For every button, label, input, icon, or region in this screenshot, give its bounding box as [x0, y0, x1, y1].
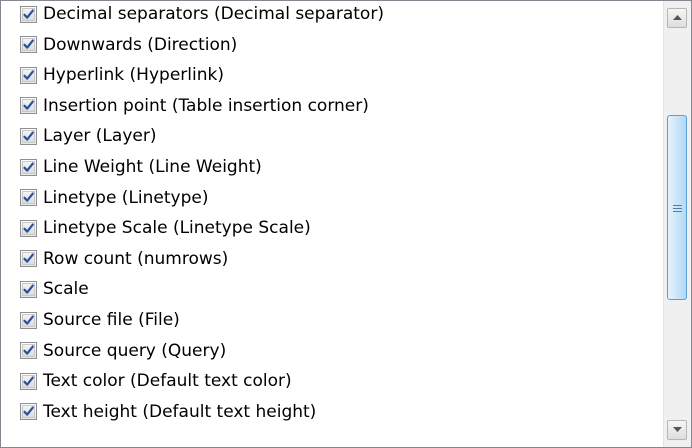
list-item[interactable]: Row count (numrows) [1, 244, 228, 274]
check-icon [23, 192, 34, 202]
scroll-up-button[interactable] [667, 8, 687, 28]
property-checklist: Decimal separators (Decimal separator) Do… [0, 0, 692, 448]
check-icon [23, 131, 34, 141]
checkbox[interactable] [20, 403, 37, 421]
list-item-label: Source file (File) [43, 310, 180, 330]
checkbox[interactable] [20, 372, 37, 390]
checkbox[interactable] [20, 127, 37, 145]
check-icon [23, 70, 34, 80]
list-item[interactable]: Line Weight (Line Weight) [1, 152, 262, 182]
checkbox[interactable] [20, 219, 37, 237]
list-item[interactable]: Linetype (Linetype) [1, 183, 208, 213]
checklist-rows: Decimal separators (Decimal separator) Do… [1, 1, 664, 447]
checkbox[interactable] [20, 5, 37, 23]
check-icon [23, 162, 34, 172]
vertical-scrollbar[interactable] [663, 1, 691, 447]
checkbox[interactable] [20, 36, 37, 54]
list-item[interactable]: Layer (Layer) [1, 121, 156, 151]
list-item-label: Source query (Query) [43, 340, 227, 361]
scroll-down-button[interactable] [667, 420, 687, 440]
checkbox[interactable] [20, 250, 37, 268]
list-item[interactable]: Source query (Query) [1, 336, 226, 366]
list-item[interactable]: Hyperlink (Hyperlink) [1, 60, 224, 90]
list-item-label: Row count (numrows) [43, 248, 229, 269]
list-item[interactable]: Insertion point (Table insertion corner) [1, 91, 369, 121]
list-item-label: Linetype Scale (Linetype Scale) [43, 218, 311, 239]
checkbox[interactable] [20, 97, 37, 115]
checkbox[interactable] [20, 66, 37, 84]
checkbox[interactable] [20, 158, 37, 176]
list-item-label: Downwards (Direction) [43, 34, 238, 55]
list-item[interactable]: Linetype Scale (Linetype Scale) [1, 213, 311, 243]
check-icon [23, 223, 34, 233]
check-icon [23, 39, 34, 49]
check-icon [23, 345, 34, 355]
checkbox[interactable] [20, 280, 37, 298]
check-icon [23, 284, 34, 294]
list-item-label: Text height (Default text height) [43, 401, 317, 422]
arrow-up-icon [673, 15, 682, 20]
list-item-label: Layer (Layer) [43, 126, 157, 147]
check-icon [23, 406, 34, 416]
checkbox[interactable] [20, 311, 37, 329]
list-item[interactable]: Decimal separators (Decimal separator) [1, 1, 384, 29]
list-item-label: Hyperlink (Hyperlink) [43, 65, 224, 86]
check-icon [23, 315, 34, 325]
scrollbar-thumb[interactable] [667, 115, 687, 300]
list-item-label: Text color (Default text color) [43, 371, 292, 392]
arrow-down-icon [673, 427, 682, 432]
list-item[interactable]: Text color (Default text color) [1, 366, 292, 396]
check-icon [23, 100, 34, 110]
list-item[interactable]: Downwards (Direction) [1, 30, 237, 60]
list-item[interactable]: Scale [1, 274, 89, 304]
list-item-label: Linetype (Linetype) [43, 187, 209, 208]
list-item[interactable]: Text height (Default text height) [1, 397, 316, 427]
check-icon [23, 9, 34, 19]
checkbox[interactable] [20, 189, 37, 207]
check-icon [23, 376, 34, 386]
checkbox[interactable] [20, 342, 37, 360]
list-item-label: Insertion point (Table insertion corner) [43, 95, 369, 116]
list-item-label: Line Weight (Line Weight) [43, 157, 262, 177]
list-item-label: Scale [43, 279, 89, 300]
list-item-label: Decimal separators (Decimal separator) [43, 4, 384, 24]
check-icon [23, 253, 34, 263]
list-item[interactable]: Source file (File) [1, 305, 180, 335]
